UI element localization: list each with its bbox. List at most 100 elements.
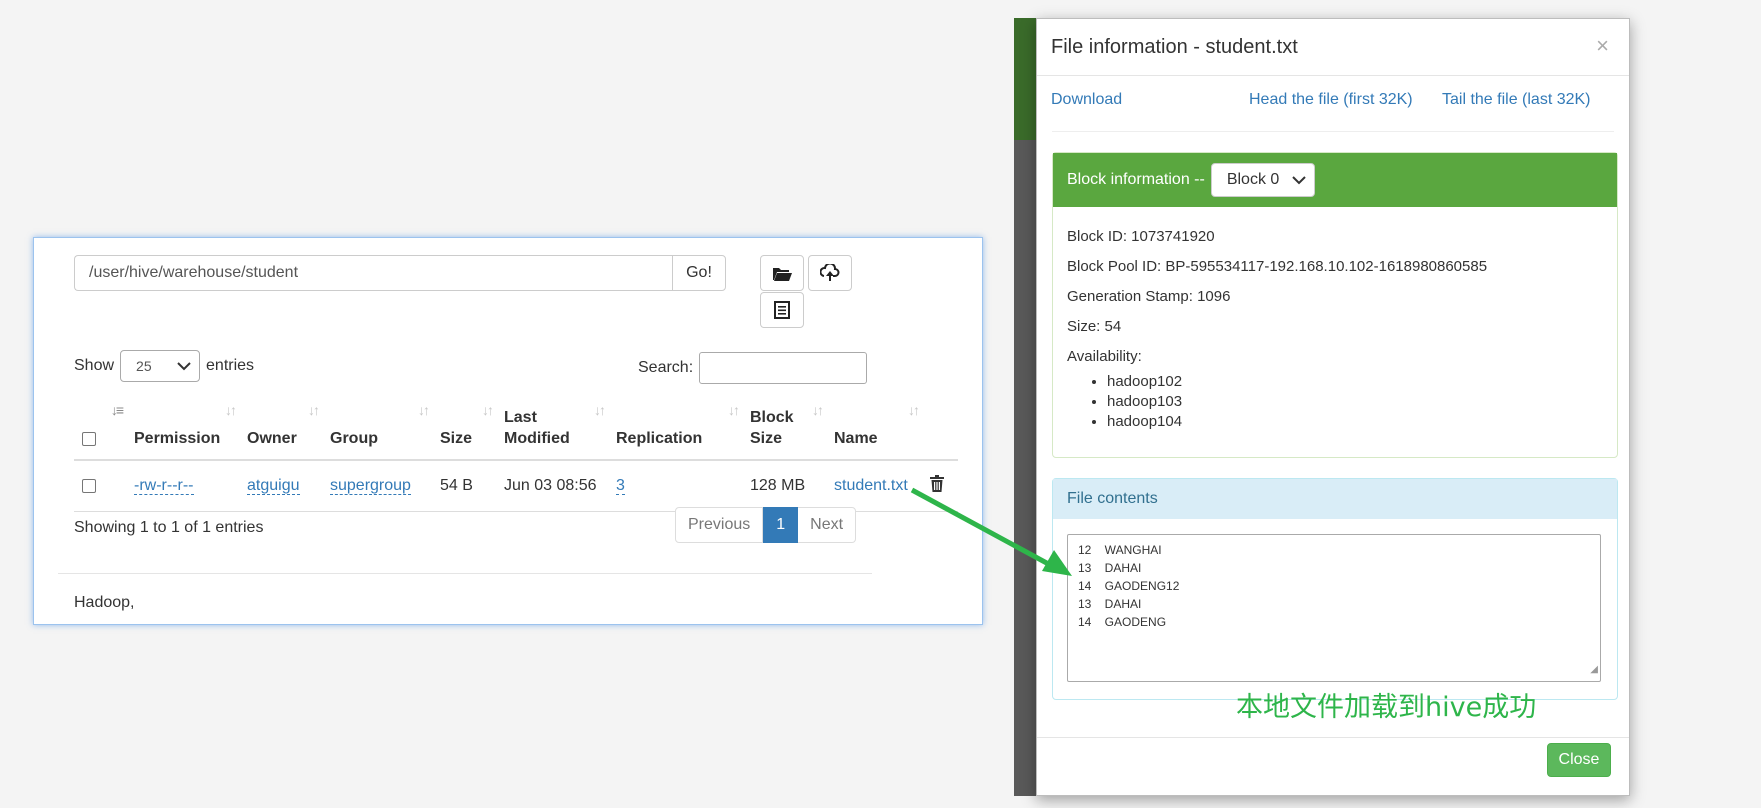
column-label: Owner bbox=[247, 430, 297, 447]
permission-cell[interactable]: -rw-r--r-- bbox=[126, 460, 239, 512]
entries-length-control: Show 25 entries bbox=[74, 350, 254, 382]
block-select-value: Block 0 bbox=[1226, 171, 1280, 188]
file-table: ↓≡ Permission ↓↑ Owner ↓↑ Group ↓↑ Size ↓↑ L… bbox=[74, 399, 958, 512]
previous-page-button[interactable]: Previous bbox=[675, 507, 764, 543]
replication-cell[interactable]: 3 bbox=[608, 460, 742, 512]
replication-link[interactable]: 3 bbox=[616, 477, 625, 495]
upload-button[interactable] bbox=[808, 255, 852, 291]
sort-icon: ↓↑ bbox=[308, 402, 320, 418]
group-link[interactable]: supergroup bbox=[330, 477, 411, 495]
row-select-cell bbox=[74, 460, 126, 512]
show-label: Show bbox=[74, 357, 115, 374]
block-size-cell: 128 MB bbox=[742, 460, 826, 512]
page-1-button[interactable]: 1 bbox=[763, 507, 799, 543]
modal-footer-divider bbox=[1037, 737, 1629, 738]
sort-icon: ↓↑ bbox=[225, 402, 237, 418]
table-header-row: ↓≡ Permission ↓↑ Owner ↓↑ Group ↓↑ Size ↓↑ L… bbox=[74, 399, 958, 461]
owner-cell[interactable]: atguigu bbox=[239, 460, 322, 512]
file-contents-heading: File contents bbox=[1053, 479, 1617, 519]
column-header-replication[interactable]: Replication ↓↑ bbox=[608, 399, 742, 461]
column-header-size[interactable]: Size ↓↑ bbox=[432, 399, 496, 461]
entries-select-value: 25 bbox=[136, 358, 152, 374]
sort-icon: ↓↑ bbox=[418, 402, 430, 418]
select-all-checkbox[interactable] bbox=[82, 431, 96, 446]
column-header-owner[interactable]: Owner ↓↑ bbox=[239, 399, 322, 461]
search-label: Search: bbox=[638, 359, 694, 376]
column-header-group[interactable]: Group ↓↑ bbox=[322, 399, 432, 461]
search-input[interactable] bbox=[699, 352, 868, 384]
cut-paste-button[interactable] bbox=[760, 292, 804, 328]
content-line: 14 GAODENG12 bbox=[1078, 579, 1180, 593]
host-item: hadoop102 bbox=[1107, 372, 1603, 392]
sort-icon: ↓≡ bbox=[110, 402, 124, 418]
column-header-block-size[interactable]: Block Size ↓↑ bbox=[742, 399, 826, 461]
column-header-name[interactable]: Name ↓↑ bbox=[826, 399, 922, 461]
host-item: hadoop104 bbox=[1107, 412, 1603, 432]
name-cell[interactable]: student.txt bbox=[826, 460, 922, 512]
chevron-down-icon bbox=[177, 361, 191, 370]
content-line: 13 DAHAI bbox=[1078, 561, 1142, 575]
block-heading-label: Block information -- bbox=[1067, 171, 1205, 188]
links-divider bbox=[1052, 131, 1614, 132]
host-item: hadoop103 bbox=[1107, 392, 1603, 412]
permission-link[interactable]: -rw-r--r-- bbox=[134, 477, 194, 495]
tail-file-link[interactable]: Tail the file (last 32K) bbox=[1442, 91, 1591, 109]
hdfs-browser-panel: Go! Show 25 entries Search: bbox=[33, 237, 983, 625]
column-label: Size bbox=[440, 430, 473, 447]
block-size: Size: 54 bbox=[1067, 318, 1122, 335]
block-pool-id: Block Pool ID: BP-595534117-192.168.10.1… bbox=[1067, 258, 1488, 275]
path-input[interactable] bbox=[74, 255, 672, 291]
divider bbox=[58, 573, 872, 574]
file-contents-panel: File contents 12 WANGHAI 13 DAHAI 14 GAO… bbox=[1052, 478, 1618, 700]
row-checkbox[interactable] bbox=[82, 478, 96, 493]
content-line: 12 WANGHAI bbox=[1078, 543, 1162, 557]
close-button[interactable]: Close bbox=[1547, 743, 1611, 777]
host-list: hadoop102 hadoop103 hadoop104 bbox=[1067, 372, 1603, 432]
close-icon[interactable]: × bbox=[1596, 33, 1609, 59]
sort-icon: ↓↑ bbox=[482, 402, 494, 418]
go-button[interactable]: Go! bbox=[672, 255, 726, 291]
upload-icon bbox=[820, 264, 840, 281]
column-label: Group bbox=[330, 430, 378, 447]
entries-select[interactable]: 25 bbox=[120, 350, 201, 382]
chevron-down-icon bbox=[1292, 175, 1306, 184]
size-cell: 54 B bbox=[432, 460, 496, 512]
block-panel-body: Block ID: 1073741920 Block Pool ID: BP-5… bbox=[1053, 207, 1617, 447]
modal-header-divider bbox=[1037, 75, 1629, 76]
actions-column bbox=[922, 399, 958, 461]
modal-title: File information - student.txt bbox=[1051, 36, 1298, 58]
block-information-panel: Block information -- Block 0 Block ID: 1… bbox=[1052, 152, 1618, 458]
column-header-permission[interactable]: Permission ↓↑ bbox=[126, 399, 239, 461]
file-contents-textarea[interactable]: 12 WANGHAI 13 DAHAI 14 GAODENG12 13 DAHA… bbox=[1067, 534, 1601, 682]
group-cell[interactable]: supergroup bbox=[322, 460, 432, 512]
table-search: Search: bbox=[638, 352, 868, 384]
background-navbar bbox=[1014, 18, 1036, 140]
resize-handle-icon[interactable]: ◢ bbox=[1590, 661, 1598, 679]
table-row: -rw-r--r-- atguigu supergroup 54 B Jun 0… bbox=[74, 460, 958, 512]
content-line: 14 GAODENG bbox=[1078, 615, 1167, 629]
download-link[interactable]: Download bbox=[1051, 91, 1122, 109]
head-file-link[interactable]: Head the file (first 32K) bbox=[1249, 91, 1413, 109]
file-information-modal: File information - student.txt × Downloa… bbox=[1036, 18, 1630, 796]
annotation-text: 本地文件加载到hive成功 bbox=[1236, 692, 1537, 723]
create-directory-button[interactable] bbox=[760, 255, 804, 291]
folder-open-icon bbox=[773, 268, 792, 281]
trash-icon[interactable] bbox=[930, 475, 944, 492]
column-label: Name bbox=[834, 430, 878, 447]
table-info: Showing 1 to 1 of 1 entries bbox=[74, 519, 264, 536]
select-all-column[interactable]: ↓≡ bbox=[74, 399, 126, 461]
column-header-last-modified[interactable]: Last Modified ↓↑ bbox=[496, 399, 608, 461]
file-name-link[interactable]: student.txt bbox=[834, 477, 908, 494]
delete-cell[interactable] bbox=[922, 460, 958, 512]
sort-icon: ↓↑ bbox=[594, 402, 606, 418]
owner-link[interactable]: atguigu bbox=[247, 477, 300, 495]
block-id: Block ID: 1073741920 bbox=[1067, 228, 1215, 245]
column-label: Block Size bbox=[750, 409, 794, 447]
availability-label: Availability: bbox=[1067, 348, 1142, 365]
pagination: Previous 1 Next bbox=[675, 507, 857, 543]
path-input-group: Go! bbox=[74, 255, 726, 291]
column-label: Replication bbox=[616, 430, 703, 447]
block-select[interactable]: Block 0 bbox=[1210, 163, 1315, 197]
last-modified-cell: Jun 03 08:56 bbox=[496, 460, 608, 512]
next-page-button[interactable]: Next bbox=[798, 507, 857, 543]
